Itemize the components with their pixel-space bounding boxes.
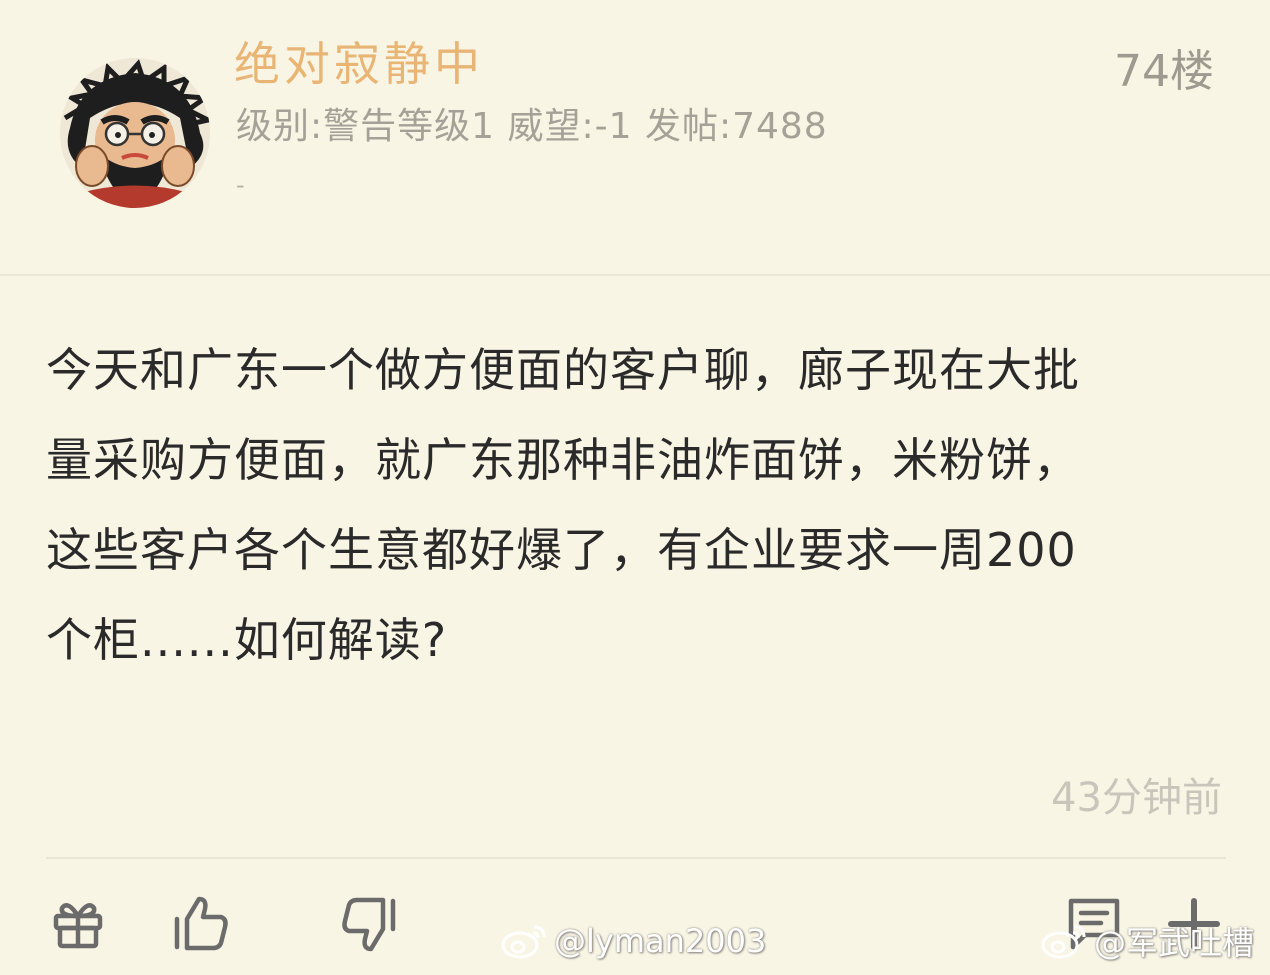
user-meta: 级别:警告等级1 威望:-1 发帖:7488 <box>236 106 828 147</box>
watermark-text: @lyman2003 <box>554 922 767 960</box>
gift-icon <box>53 903 103 949</box>
floor-number: 74楼 <box>1114 46 1214 97</box>
divider <box>0 274 1270 276</box>
weibo-watermark: @军武吐槽 <box>1040 918 1254 964</box>
weibo-logo-icon <box>501 925 546 959</box>
post-line: 今天和广东一个做方便面的客户聊，廊子现在大批 <box>46 343 1080 397</box>
post-content: 今天和广东一个做方便面的客户聊，廊子现在大批 量采购方便面，就广东那种非油炸面饼… <box>46 325 1226 685</box>
weibo-logo-icon <box>1041 925 1086 959</box>
avatar-cartoon-image <box>60 58 210 208</box>
dislike-button[interactable] <box>338 892 402 956</box>
post-line: 量采购方便面，就广东那种非油炸面饼，米粉饼， <box>46 433 1080 487</box>
like-button[interactable] <box>168 892 232 956</box>
post-line: 个柜......如何解读? <box>46 613 448 667</box>
post-timestamp: 43分钟前 <box>1051 775 1222 821</box>
post-line: 这些客户各个生意都好爆了，有企业要求一周200 <box>46 523 1077 577</box>
watermark-text: @军武吐槽 <box>1094 924 1255 962</box>
avatar[interactable] <box>60 58 210 208</box>
gift-button[interactable] <box>46 892 110 956</box>
username[interactable]: 绝对寂静中 <box>234 36 484 92</box>
user-signature: - <box>236 171 245 199</box>
thumbs-down-icon <box>342 897 396 952</box>
divider <box>46 857 1226 859</box>
weibo-watermark: @lyman2003 <box>500 918 766 964</box>
thumbs-up-icon <box>174 896 228 951</box>
post-card: 绝对寂静中 级别:警告等级1 威望:-1 发帖:7488 - 74楼 今天和广东… <box>0 0 1270 975</box>
